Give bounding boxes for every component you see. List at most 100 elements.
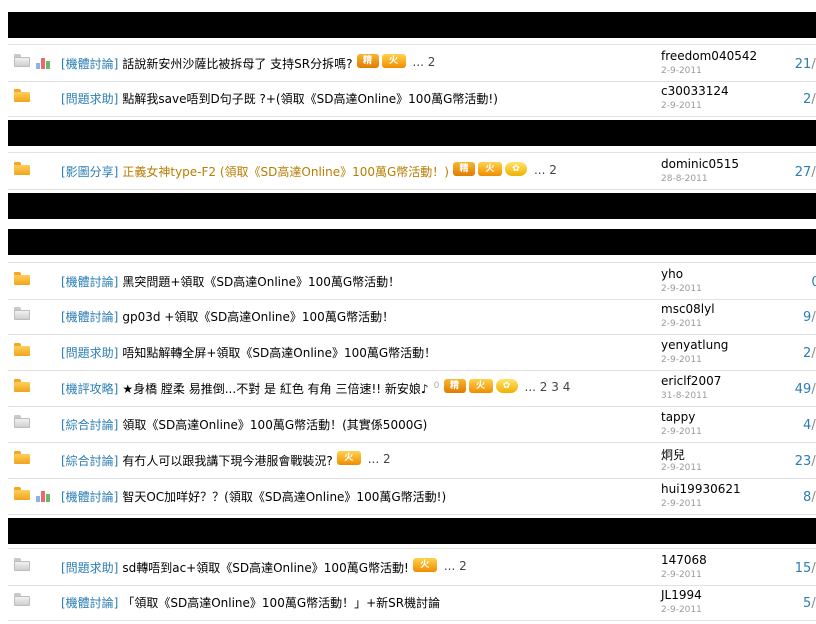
face-badge-icon: ✿: [495, 378, 518, 393]
folder-body: [14, 561, 30, 571]
author-link[interactable]: JL1994: [661, 588, 702, 602]
thread-title-link[interactable]: gp03d +領取《SD高達Online》100萬G幣活動！: [122, 308, 394, 325]
table-row: [機體討論] 黑突問題+領取《SD高達Online》100萬G幣活動！ yho 2-9…: [8, 262, 816, 300]
folder-body: [14, 454, 30, 464]
thread-category-link[interactable]: [問題求助]: [61, 90, 118, 107]
reply-view-count: 27/5: [778, 165, 816, 180]
folder-body: [14, 310, 30, 320]
folder-new-icon: [14, 487, 30, 500]
poll-bar: [46, 61, 50, 69]
thread-pages-link[interactable]: ... 2 3 4: [525, 380, 571, 394]
table-row: [機體討論] gp03d +領取《SD高達Online》100萬G幣活動！ msc0…: [8, 298, 816, 335]
thread-category-link[interactable]: [機體討論]: [61, 273, 118, 290]
folder-body: [14, 490, 30, 500]
table-row: [問題求助] sd轉唔到ac+領取《SD高達Online》100萬G幣活動! 火..…: [8, 548, 816, 586]
folder-body: [14, 382, 30, 392]
thread-pages-link[interactable]: ... 2: [368, 452, 391, 466]
fire-badge-icon: 火: [336, 450, 361, 465]
folder-new-icon: [14, 272, 30, 285]
table-row: [綜合討論] 有冇人可以跟我講下現今港服會戰裝況? 火 ... 2 炯兒 2-9-2011…: [8, 442, 816, 479]
thread-badges: 精火: [356, 53, 409, 69]
thread-category-link[interactable]: [影圖分享]: [61, 163, 118, 180]
thread-title-link[interactable]: 領取《SD高達Online》100萬G幣活動！(其實係5000G): [122, 416, 427, 433]
reply-count: 21: [794, 57, 812, 72]
post-date: 31-8-2011: [661, 391, 708, 401]
thread-pages-link[interactable]: ... 2: [413, 55, 436, 69]
post-date: 2-9-2011: [661, 355, 702, 365]
author-link[interactable]: tappy: [661, 410, 695, 424]
hot-badge-icon: 精: [452, 161, 475, 176]
thread-category-link[interactable]: [機體討論]: [61, 308, 118, 325]
post-date: 2-9-2011: [661, 284, 702, 294]
folder-new-icon: [14, 379, 30, 392]
thread-title-link[interactable]: 正義女神type-F2 (領取《SD高達Online》100萬G幣活動！): [122, 163, 449, 180]
author-link[interactable]: 炯兒: [661, 446, 685, 463]
reply-count: 0: [811, 275, 816, 290]
post-date: 2-9-2011: [661, 427, 702, 437]
author-link[interactable]: yenyatlung: [661, 338, 728, 352]
table-row: [機體討論] 「領取《SD高達Online》100萬G幣活動！」+新SR機討論 JL…: [8, 584, 816, 621]
reply-view-count: 8/1: [778, 490, 816, 505]
folder-old-icon: [14, 558, 30, 571]
face-badge-icon: ✿: [504, 161, 527, 176]
hot-badge-icon: 精: [443, 378, 466, 393]
thread-category-link[interactable]: [綜合討論]: [61, 416, 118, 433]
thread-title-link[interactable]: ★身橋 膛柔 易推倒...不對 是 紅色 有角 三倍速!! 新安娘♪: [122, 380, 428, 397]
clip-badge-icon: 0: [433, 380, 440, 391]
post-date: 28-8-2011: [661, 174, 708, 184]
table-row: [問題求助] 唔知點解轉全屏+領取《SD高達Online》100萬G幣活動！ yen…: [8, 334, 816, 371]
reply-count: 49: [794, 382, 812, 397]
thread-title-link[interactable]: 話說新安州沙薩比被拆母了 支持SR分拆嗎?: [122, 55, 352, 72]
section-header-bar: [8, 193, 816, 219]
author-link[interactable]: yho: [661, 267, 683, 281]
author-link[interactable]: 147068: [661, 553, 707, 567]
author-link[interactable]: msc08lyl: [661, 302, 715, 316]
folder-old-icon: [14, 593, 30, 606]
author-link[interactable]: ericlf2007: [661, 374, 721, 388]
thread-category-link[interactable]: [機體討論]: [61, 55, 118, 72]
thread-badges: 火: [412, 557, 440, 573]
thread-category-link[interactable]: [問題求助]: [61, 559, 118, 576]
poll-bar: [36, 63, 40, 69]
section-header-bar: [8, 518, 816, 544]
thread-pages-link[interactable]: ... 2: [444, 559, 467, 573]
reply-count: 15: [794, 561, 812, 576]
thread-title-link[interactable]: 「領取《SD高達Online》100萬G幣活動！」+新SR機討論: [122, 594, 440, 611]
thread-category-link[interactable]: [機體討論]: [61, 488, 118, 505]
reply-view-count: 49/1: [778, 382, 816, 397]
thread-title-link[interactable]: 黑突問題+領取《SD高達Online》100萬G幣活動！: [122, 273, 400, 290]
thread-title-link[interactable]: 唔知點解轉全屏+領取《SD高達Online》100萬G幣活動！: [122, 344, 436, 361]
folder-old-icon: [14, 415, 30, 428]
folder-new-icon: [14, 343, 30, 356]
folder-body: [14, 346, 30, 356]
author-link[interactable]: dominic0515: [661, 157, 739, 171]
thread-category-link[interactable]: [機體討論]: [61, 594, 118, 611]
section-header-bar: [8, 229, 816, 255]
folder-body: [14, 418, 30, 428]
poll-icon: [36, 488, 52, 502]
folder-body: [14, 165, 30, 175]
thread-category-link[interactable]: [機評攻略]: [61, 380, 118, 397]
table-row: [綜合討論] 領取《SD高達Online》100萬G幣活動！(其實係5000G) t…: [8, 406, 816, 443]
author-link[interactable]: freedom040542: [661, 49, 757, 63]
thread-category-link[interactable]: [問題求助]: [61, 344, 118, 361]
table-row: [問題求助] 點解我save唔到D句子既 ?+(領取《SD高達Online》100…: [8, 80, 816, 117]
post-date: 2-9-2011: [661, 499, 702, 509]
author-link[interactable]: c30033124: [661, 84, 729, 98]
thread-pages-link[interactable]: ... 2: [534, 163, 557, 177]
reply-count: 27: [794, 165, 812, 180]
thread-title-link[interactable]: 有冇人可以跟我講下現今港服會戰裝況?: [122, 452, 332, 469]
thread-list: [機體討論] 話說新安州沙薩比被拆母了 支持SR分拆嗎? 精火... 2 freedo…: [0, 0, 816, 624]
thread-badges: 火: [336, 450, 364, 466]
author-link[interactable]: hui19930621: [661, 482, 741, 496]
thread-category-link[interactable]: [綜合討論]: [61, 452, 118, 469]
thread-title-link[interactable]: 智天OC加咩好？？(領取《SD高達Online》100萬G幣活動!): [122, 488, 446, 505]
thread-title-link[interactable]: sd轉唔到ac+領取《SD高達Online》100萬G幣活動!: [122, 559, 408, 576]
reply-view-count: 9/1: [778, 310, 816, 325]
post-date: 2-9-2011: [661, 66, 702, 76]
thread-title-link[interactable]: 點解我save唔到D句子既 ?+(領取《SD高達Online》100萬G幣活動!…: [122, 90, 498, 107]
post-date: 2-9-2011: [661, 570, 702, 580]
table-row: [機體討論] 智天OC加咩好？？(領取《SD高達Online》100萬G幣活動!)…: [8, 478, 816, 515]
fire-badge-icon: 火: [477, 161, 502, 176]
reply-view-count: 5/1: [778, 596, 816, 611]
